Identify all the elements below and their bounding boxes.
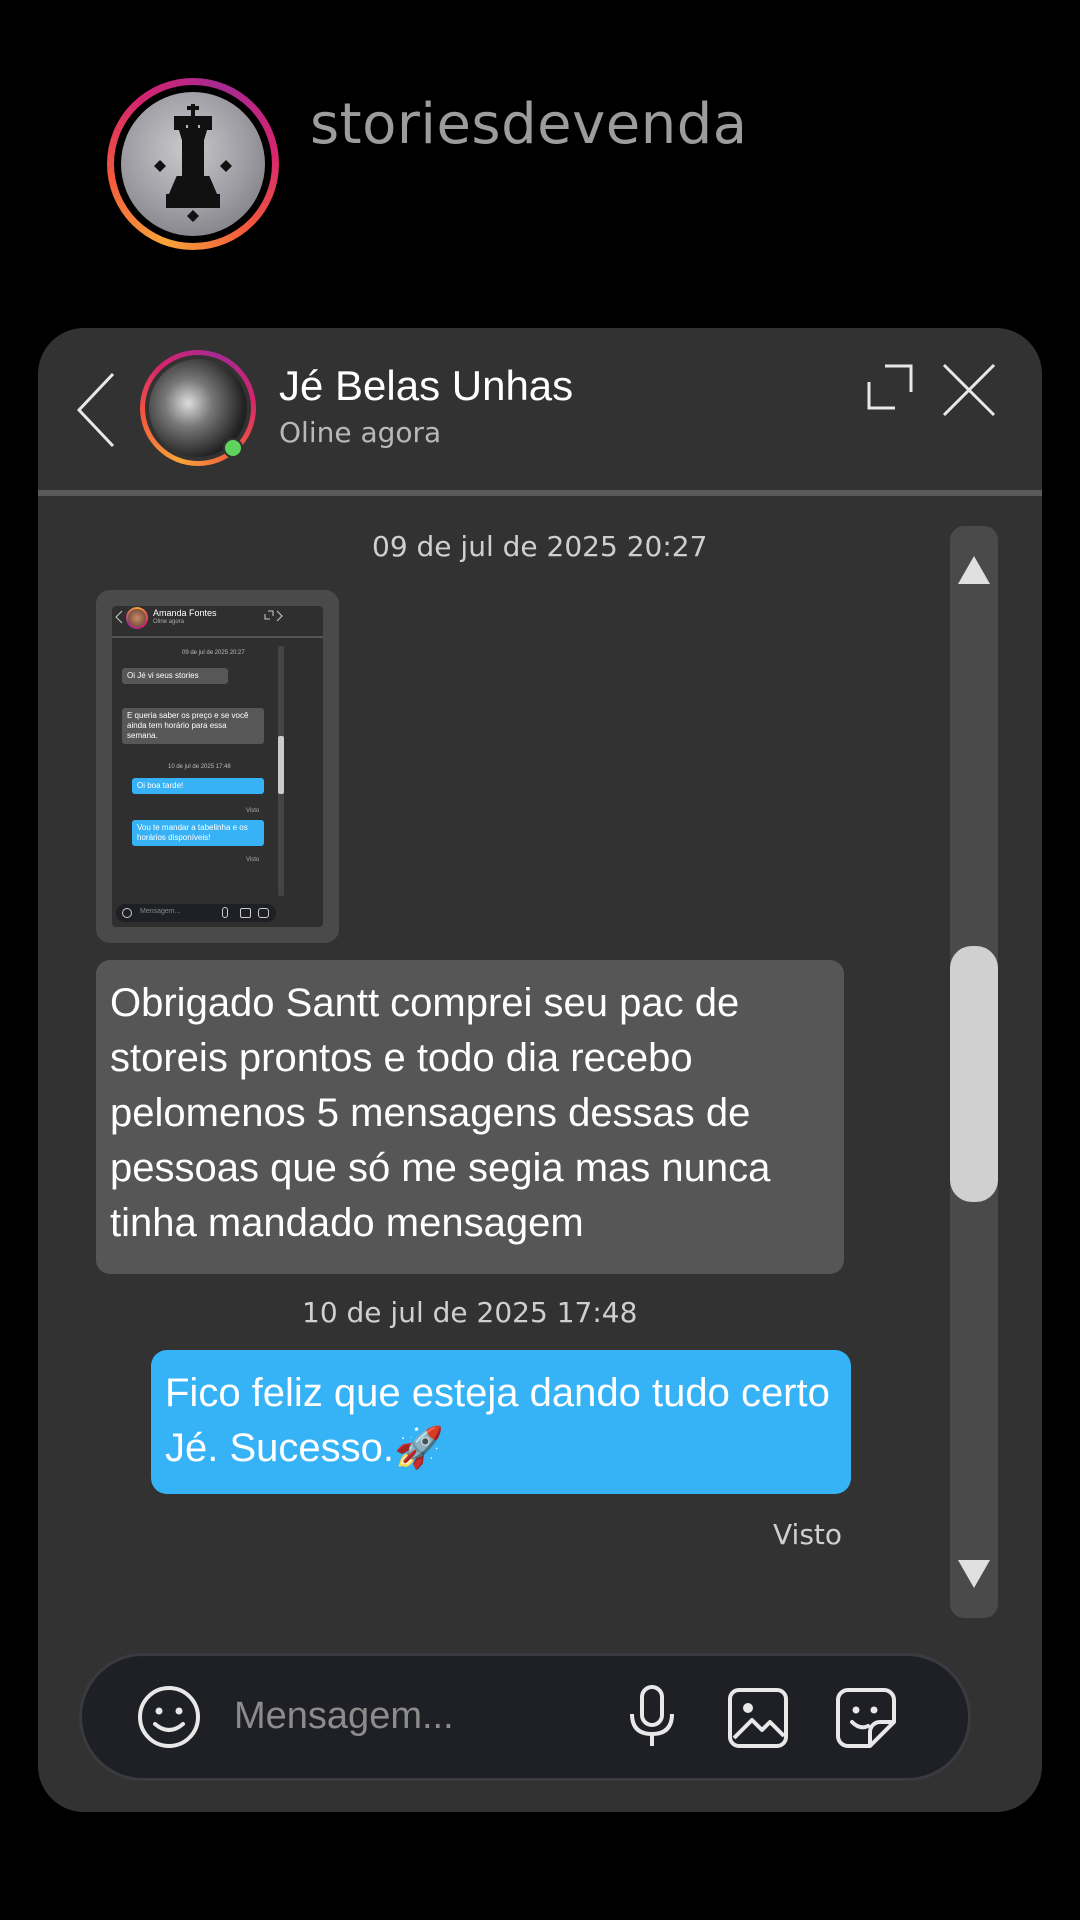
close-icon <box>942 363 996 417</box>
triangle-down-icon <box>958 1560 990 1588</box>
image-message[interactable]: Amanda Fontes Oline agora 09 de jul de 2… <box>96 590 339 943</box>
mini-input-placeholder: Mensagem... <box>140 908 181 915</box>
scrollbar[interactable] <box>950 526 998 1618</box>
outgoing-message[interactable]: Fico feliz que esteja dando tudo certo J… <box>151 1350 851 1494</box>
image-icon <box>728 1688 788 1748</box>
microphone-button[interactable] <box>624 1684 680 1750</box>
header-divider <box>38 490 1042 496</box>
seen-label: Visto <box>773 1518 843 1551</box>
smiley-icon <box>138 1686 200 1748</box>
mini-seen: Visto <box>246 808 260 814</box>
gallery-button[interactable] <box>726 1686 790 1750</box>
sticker-button[interactable] <box>834 1686 898 1750</box>
triangle-up-icon <box>958 556 990 584</box>
chat-window: Jé Belas Unhas Oline agora 09 de jul de … <box>38 328 1042 1812</box>
chat-header: Jé Belas Unhas Oline agora <box>38 328 1042 488</box>
close-button[interactable] <box>941 362 997 418</box>
mini-reply: Vou te mandar a tabelinha e os horários … <box>132 820 264 846</box>
message-input[interactable] <box>234 1680 614 1752</box>
sticker-icon <box>836 1688 896 1748</box>
screenshot-image: Amanda Fontes Oline agora 09 de jul de 2… <box>112 606 323 927</box>
mini-reply: Oi boa tarde! <box>132 778 264 794</box>
mini-message: Oi Jé vi seus stories <box>122 668 228 684</box>
online-indicator <box>223 438 243 458</box>
mini-message: E queria saber os preço e se você ainda … <box>122 708 264 744</box>
mini-scrollbar <box>278 646 284 896</box>
back-button[interactable] <box>73 370 123 450</box>
mini-contact-name: Amanda Fontes <box>153 608 217 618</box>
expand-icon <box>867 364 913 410</box>
mini-contact-status: Oline agora <box>153 619 185 625</box>
chevron-left-icon <box>115 610 123 624</box>
profile-avatar[interactable] <box>107 78 279 250</box>
microphone-icon <box>630 1685 674 1746</box>
contact-name: Jé Belas Unhas <box>279 362 574 409</box>
mini-timestamp: 09 de jul de 2025 20:27 <box>182 650 245 656</box>
chess-king-icon <box>154 104 232 222</box>
scroll-thumb[interactable] <box>950 946 998 1202</box>
mini-composer: Mensagem... <box>116 904 276 922</box>
incoming-message[interactable]: Obrigado Santt comprei seu pac de storei… <box>96 960 844 1274</box>
emoji-button[interactable] <box>136 1684 202 1750</box>
mini-seen: Visto <box>246 857 260 863</box>
chevron-left-icon <box>76 372 115 448</box>
scroll-up-button[interactable] <box>956 554 992 586</box>
mini-avatar <box>126 607 148 629</box>
mini-timestamp: 10 de jul de 2025 17:48 <box>168 764 231 770</box>
message-timestamp: 09 de jul de 2025 20:27 <box>372 530 708 563</box>
expand-button[interactable] <box>863 360 917 414</box>
message-timestamp: 10 de jul de 2025 17:48 <box>302 1296 638 1329</box>
contact-status: Oline agora <box>279 416 442 449</box>
expand-icon <box>264 610 274 620</box>
chevron-right-icon <box>276 610 283 622</box>
scroll-down-button[interactable] <box>956 1558 992 1590</box>
profile-username[interactable]: storiesdevenda <box>310 92 748 157</box>
